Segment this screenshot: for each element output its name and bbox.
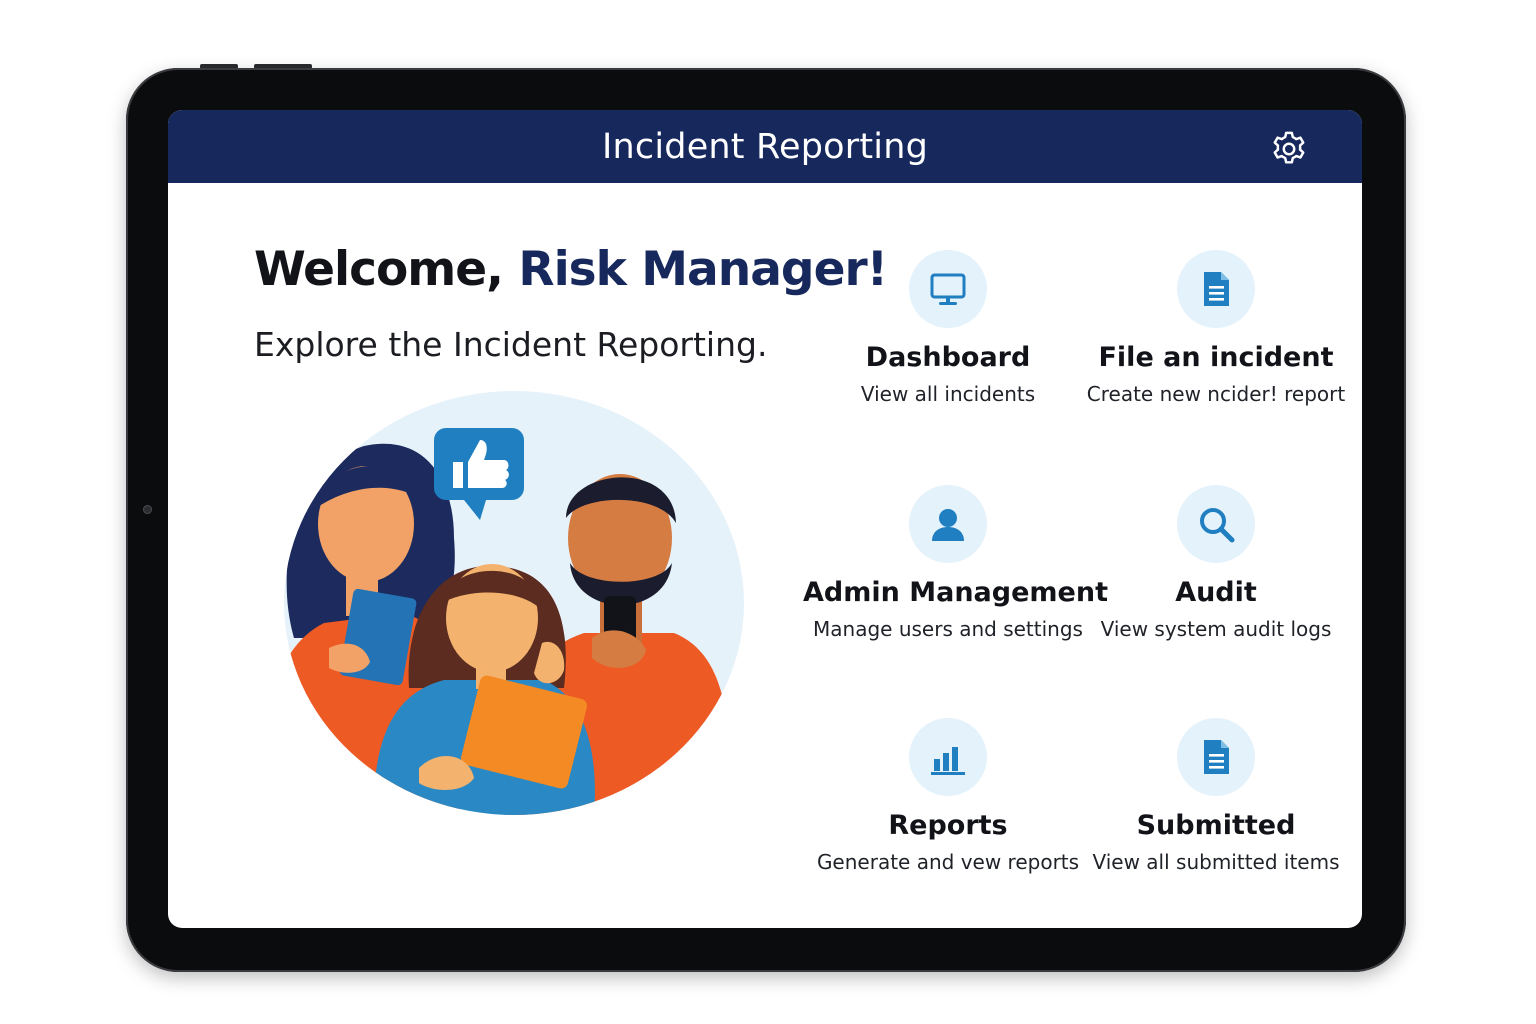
tile-title: Submitted (1136, 810, 1296, 841)
tile-icon-badge (1177, 250, 1255, 328)
welcome-subtitle: Explore the Incident Reporting. (254, 325, 768, 364)
tile-icon-badge (909, 250, 987, 328)
tile-title: File an incident (1098, 342, 1334, 373)
tile-description: Create new ncider! report (1086, 382, 1346, 406)
welcome-greeting: Welcome, (254, 242, 519, 297)
tile-icon-badge (909, 485, 987, 563)
tile-submitted[interactable]: Submitted View all submitted items (1091, 718, 1341, 928)
gear-icon (1273, 131, 1305, 164)
tile-description: View system audit logs (1100, 617, 1332, 641)
tile-description: View all submitted items (1092, 850, 1340, 874)
tile-reports[interactable]: Reports Generate and vew reports (817, 718, 1079, 928)
tile-title: Audit (1175, 577, 1257, 608)
tile-description: Manage users and settings (813, 617, 1083, 641)
app-screen: Incident Reporting Welcome, Risk Manager… (168, 110, 1362, 928)
search-icon (1200, 508, 1235, 543)
welcome-heading: Welcome, Risk Manager! (254, 242, 888, 297)
tile-title: Reports (888, 810, 1008, 841)
tile-title: Admin Management (803, 577, 1108, 608)
document-icon (1204, 740, 1229, 774)
bar-chart-icon (931, 747, 965, 775)
tile-description: Generate and vew reports (816, 850, 1080, 874)
front-camera (143, 505, 152, 514)
tile-audit[interactable]: Audit View system audit logs (1091, 485, 1341, 701)
tile-dashboard[interactable]: Dashboard View all incidents (823, 250, 1073, 466)
tile-description: View all incidents (860, 382, 1036, 406)
tile-icon-badge (1177, 485, 1255, 563)
tile-file-incident[interactable]: File an incident Create new ncider! repo… (1087, 250, 1345, 466)
tile-title: Dashboard (865, 342, 1031, 373)
monitor-icon (930, 273, 966, 305)
tile-icon-badge (909, 718, 987, 796)
user-icon (932, 509, 964, 541)
tile-admin-management[interactable]: Admin Management Manage users and settin… (803, 485, 1108, 701)
settings-button[interactable] (1270, 130, 1308, 168)
tile-icon-badge (1177, 718, 1255, 796)
app-title: Incident Reporting (602, 127, 928, 167)
team-illustration (284, 391, 744, 815)
document-icon (1204, 272, 1229, 306)
app-header: Incident Reporting (168, 110, 1362, 183)
